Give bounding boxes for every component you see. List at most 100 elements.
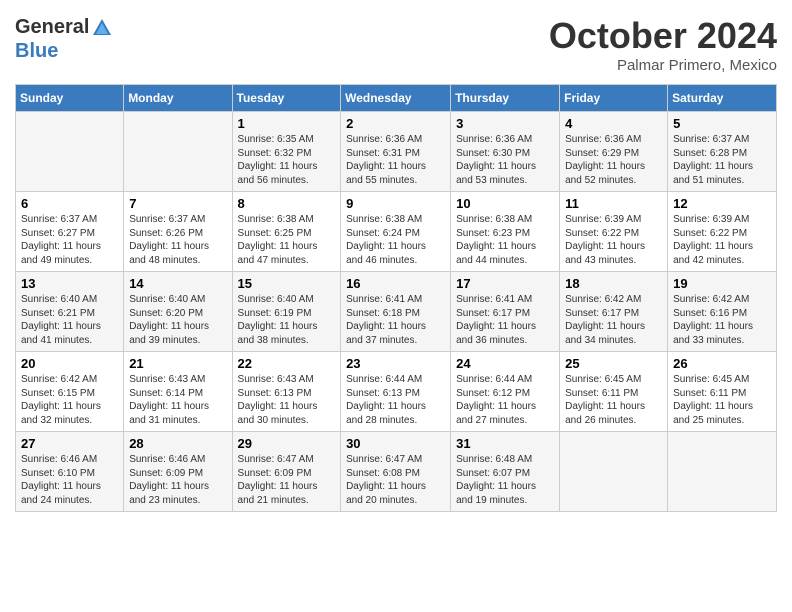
calendar-cell: 18 Sunrise: 6:42 AMSunset: 6:17 PMDayligh… xyxy=(560,272,668,352)
day-number: 28 xyxy=(129,436,226,451)
day-number: 14 xyxy=(129,276,226,291)
calendar-cell xyxy=(124,112,232,192)
calendar-cell: 6Sunrise: 6:37 AMSunset: 6:27 PMDaylight… xyxy=(16,192,124,272)
day-number: 11 xyxy=(565,196,662,211)
col-header-tuesday: Tuesday xyxy=(232,85,341,112)
calendar-week-4: 20 Sunrise: 6:42 AMSunset: 6:15 PMDayligh… xyxy=(16,352,777,432)
calendar-cell xyxy=(16,112,124,192)
day-number: 10 xyxy=(456,196,554,211)
logo-blue-text: Blue xyxy=(15,39,113,63)
col-header-wednesday: Wednesday xyxy=(341,85,451,112)
calendar-cell: 23 Sunrise: 6:44 AMSunset: 6:13 PMDayligh… xyxy=(341,352,451,432)
day-number: 16 xyxy=(346,276,445,291)
calendar-cell: 21 Sunrise: 6:43 AMSunset: 6:14 PMDayligh… xyxy=(124,352,232,432)
day-number: 24 xyxy=(456,356,554,371)
calendar-cell: 4Sunrise: 6:36 AMSunset: 6:29 PMDaylight… xyxy=(560,112,668,192)
month-title: October 2024 xyxy=(549,15,777,57)
day-info: Sunrise: 6:46 AMSunset: 6:09 PMDaylight:… xyxy=(129,453,226,507)
day-info: Sunrise: 6:44 AMSunset: 6:12 PMDaylight:… xyxy=(456,373,554,427)
calendar-cell: 19 Sunrise: 6:42 AMSunset: 6:16 PMDayligh… xyxy=(668,272,777,352)
calendar-cell: 7 Sunrise: 6:37 AMSunset: 6:26 PMDaylight… xyxy=(124,192,232,272)
day-number: 30 xyxy=(346,436,445,451)
day-info: Sunrise: 6:42 AMSunset: 6:17 PMDaylight:… xyxy=(565,293,662,347)
day-number: 5 xyxy=(673,116,771,131)
day-info: Sunrise: 6:37 AMSunset: 6:28 PMDaylight:… xyxy=(673,133,771,187)
day-number: 23 xyxy=(346,356,445,371)
col-header-thursday: Thursday xyxy=(451,85,560,112)
day-info: Sunrise: 6:43 AMSunset: 6:13 PMDaylight:… xyxy=(238,373,336,427)
day-info: Sunrise: 6:37 AMSunset: 6:26 PMDaylight:… xyxy=(129,213,226,267)
day-number: 25 xyxy=(565,356,662,371)
calendar-cell: 22 Sunrise: 6:43 AMSunset: 6:13 PMDayligh… xyxy=(232,352,341,432)
day-info: Sunrise: 6:40 AMSunset: 6:19 PMDaylight:… xyxy=(238,293,336,347)
calendar-cell: 12 Sunrise: 6:39 AMSunset: 6:22 PMDayligh… xyxy=(668,192,777,272)
col-header-sunday: Sunday xyxy=(16,85,124,112)
day-info: Sunrise: 6:38 AMSunset: 6:25 PMDaylight:… xyxy=(238,213,336,267)
calendar-cell: 17Sunrise: 6:41 AMSunset: 6:17 PMDayligh… xyxy=(451,272,560,352)
day-number: 22 xyxy=(238,356,336,371)
calendar-cell: 13 Sunrise: 6:40 AMSunset: 6:21 PMDayligh… xyxy=(16,272,124,352)
day-number: 27 xyxy=(21,436,118,451)
calendar-week-2: 6Sunrise: 6:37 AMSunset: 6:27 PMDaylight… xyxy=(16,192,777,272)
calendar-cell: 14 Sunrise: 6:40 AMSunset: 6:20 PMDayligh… xyxy=(124,272,232,352)
day-number: 6 xyxy=(21,196,118,211)
calendar-week-5: 27 Sunrise: 6:46 AMSunset: 6:10 PMDayligh… xyxy=(16,432,777,512)
calendar-cell: 31Sunrise: 6:48 AMSunset: 6:07 PMDayligh… xyxy=(451,432,560,512)
day-info: Sunrise: 6:42 AMSunset: 6:15 PMDaylight:… xyxy=(21,373,118,427)
title-block: October 2024 Palmar Primero, Mexico xyxy=(549,15,777,74)
calendar-cell: 10 Sunrise: 6:38 AMSunset: 6:23 PMDayligh… xyxy=(451,192,560,272)
day-number: 2 xyxy=(346,116,445,131)
calendar-cell: 5 Sunrise: 6:37 AMSunset: 6:28 PMDaylight… xyxy=(668,112,777,192)
calendar-cell: 30Sunrise: 6:47 AMSunset: 6:08 PMDayligh… xyxy=(341,432,451,512)
logo: General Blue xyxy=(15,15,113,63)
day-info: Sunrise: 6:40 AMSunset: 6:21 PMDaylight:… xyxy=(21,293,118,347)
day-number: 19 xyxy=(673,276,771,291)
day-number: 3 xyxy=(456,116,554,131)
calendar-table: SundayMondayTuesdayWednesdayThursdayFrid… xyxy=(15,84,777,512)
day-info: Sunrise: 6:39 AMSunset: 6:22 PMDaylight:… xyxy=(565,213,662,267)
day-number: 13 xyxy=(21,276,118,291)
day-info: Sunrise: 6:38 AMSunset: 6:24 PMDaylight:… xyxy=(346,213,445,267)
col-header-monday: Monday xyxy=(124,85,232,112)
day-info: Sunrise: 6:39 AMSunset: 6:22 PMDaylight:… xyxy=(673,213,771,267)
calendar-week-3: 13 Sunrise: 6:40 AMSunset: 6:21 PMDayligh… xyxy=(16,272,777,352)
day-number: 9 xyxy=(346,196,445,211)
day-number: 8 xyxy=(238,196,336,211)
day-number: 21 xyxy=(129,356,226,371)
day-info: Sunrise: 6:35 AMSunset: 6:32 PMDaylight:… xyxy=(238,133,336,187)
day-info: Sunrise: 6:45 AMSunset: 6:11 PMDaylight:… xyxy=(673,373,771,427)
calendar-cell: 1 Sunrise: 6:35 AMSunset: 6:32 PMDaylight… xyxy=(232,112,341,192)
calendar-cell: 15 Sunrise: 6:40 AMSunset: 6:19 PMDayligh… xyxy=(232,272,341,352)
day-number: 15 xyxy=(238,276,336,291)
day-info: Sunrise: 6:44 AMSunset: 6:13 PMDaylight:… xyxy=(346,373,445,427)
calendar-cell: 28 Sunrise: 6:46 AMSunset: 6:09 PMDayligh… xyxy=(124,432,232,512)
day-number: 18 xyxy=(565,276,662,291)
day-info: Sunrise: 6:42 AMSunset: 6:16 PMDaylight:… xyxy=(673,293,771,347)
day-number: 29 xyxy=(238,436,336,451)
day-info: Sunrise: 6:43 AMSunset: 6:14 PMDaylight:… xyxy=(129,373,226,427)
calendar-cell xyxy=(668,432,777,512)
calendar-cell: 3 Sunrise: 6:36 AMSunset: 6:30 PMDaylight… xyxy=(451,112,560,192)
day-info: Sunrise: 6:41 AMSunset: 6:18 PMDaylight:… xyxy=(346,293,445,347)
location-title: Palmar Primero, Mexico xyxy=(549,57,777,74)
day-number: 26 xyxy=(673,356,771,371)
day-info: Sunrise: 6:36 AMSunset: 6:31 PMDaylight:… xyxy=(346,133,445,187)
day-info: Sunrise: 6:36 AMSunset: 6:29 PMDaylight:… xyxy=(565,133,662,187)
day-info: Sunrise: 6:48 AMSunset: 6:07 PMDaylight:… xyxy=(456,453,554,507)
calendar-header-row: SundayMondayTuesdayWednesdayThursdayFrid… xyxy=(16,85,777,112)
calendar-cell: 26 Sunrise: 6:45 AMSunset: 6:11 PMDayligh… xyxy=(668,352,777,432)
calendar-week-1: 1 Sunrise: 6:35 AMSunset: 6:32 PMDaylight… xyxy=(16,112,777,192)
day-number: 1 xyxy=(238,116,336,131)
day-number: 7 xyxy=(129,196,226,211)
calendar-cell: 9 Sunrise: 6:38 AMSunset: 6:24 PMDaylight… xyxy=(341,192,451,272)
day-info: Sunrise: 6:36 AMSunset: 6:30 PMDaylight:… xyxy=(456,133,554,187)
day-info: Sunrise: 6:40 AMSunset: 6:20 PMDaylight:… xyxy=(129,293,226,347)
day-number: 20 xyxy=(21,356,118,371)
calendar-cell: 8 Sunrise: 6:38 AMSunset: 6:25 PMDaylight… xyxy=(232,192,341,272)
day-number: 12 xyxy=(673,196,771,211)
day-info: Sunrise: 6:46 AMSunset: 6:10 PMDaylight:… xyxy=(21,453,118,507)
calendar-cell: 24 Sunrise: 6:44 AMSunset: 6:12 PMDayligh… xyxy=(451,352,560,432)
col-header-friday: Friday xyxy=(560,85,668,112)
calendar-cell xyxy=(560,432,668,512)
day-info: Sunrise: 6:38 AMSunset: 6:23 PMDaylight:… xyxy=(456,213,554,267)
